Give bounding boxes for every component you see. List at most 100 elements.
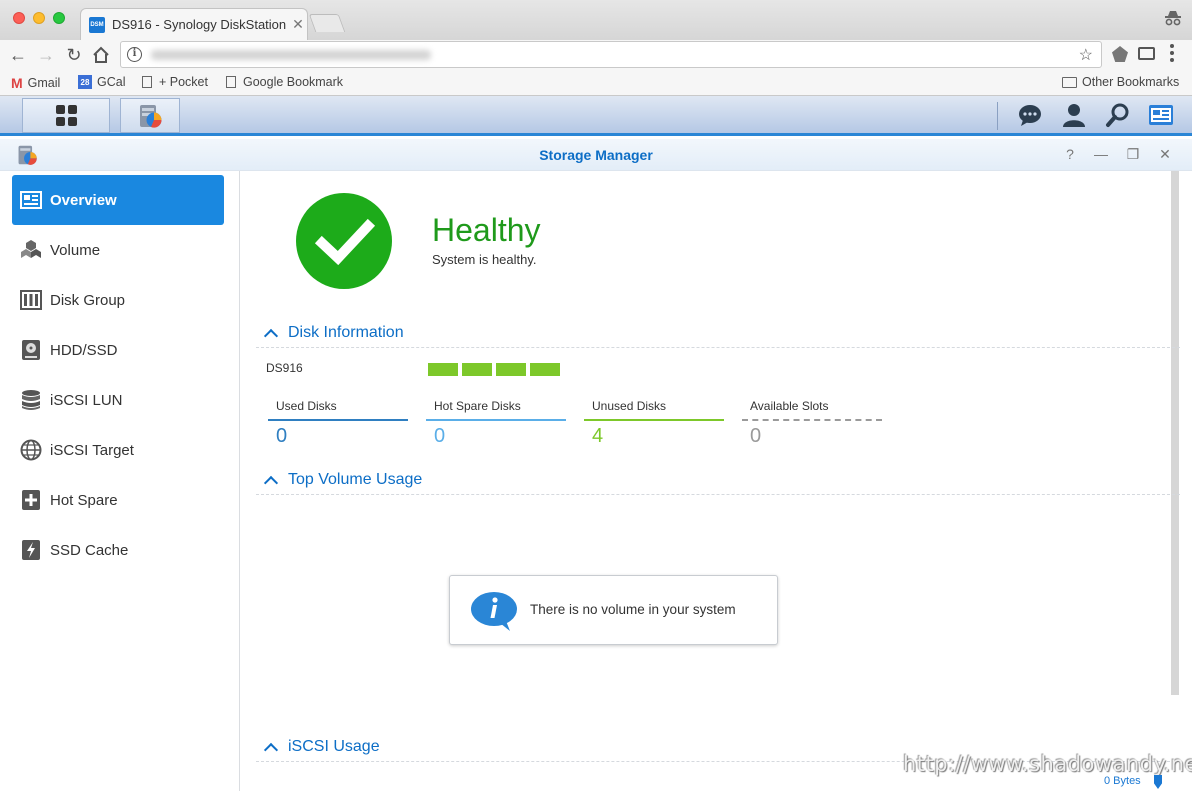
sidebar-item-iscsi-target[interactable]: iSCSI Target xyxy=(12,425,224,475)
bookmark-gmail[interactable]: M Gmail xyxy=(11,75,60,91)
taskbar-separator xyxy=(997,102,998,130)
tab-close-icon[interactable]: ✕ xyxy=(289,16,307,33)
browser-toolbar: ← → ↻ i ☆ xyxy=(0,40,1192,70)
incognito-icon xyxy=(1165,11,1181,26)
sidebar-item-disk-group[interactable]: Disk Group xyxy=(12,275,224,325)
bookmark-pocket[interactable]: + Pocket xyxy=(142,75,208,89)
address-bar[interactable]: i ☆ xyxy=(120,41,1102,68)
sidebar-item-label: iSCSI LUN xyxy=(50,391,123,409)
sidebar-item-ssd-cache[interactable]: SSD Cache xyxy=(12,525,224,575)
gmail-icon: M xyxy=(11,75,23,91)
forward-arrow-icon[interactable]: → xyxy=(35,44,57,66)
hdd-icon xyxy=(20,339,42,361)
site-info-icon[interactable]: i xyxy=(127,47,142,62)
sidebar-item-iscsi-lun[interactable]: iSCSI LUN xyxy=(12,375,224,425)
restore-button[interactable]: ❐ xyxy=(1125,146,1141,163)
used-disks-value: 0 xyxy=(276,425,288,447)
bookmark-gcal[interactable]: 28 GCal xyxy=(78,75,125,89)
back-arrow-icon[interactable]: ← xyxy=(7,44,29,66)
close-button[interactable]: ✕ xyxy=(1157,146,1173,163)
top-volume-usage-header[interactable]: Top Volume Usage xyxy=(263,471,422,491)
checkmark-icon xyxy=(314,218,376,266)
collapse-chevron-icon xyxy=(263,328,279,344)
browser-menu-icon[interactable] xyxy=(1170,44,1174,62)
sidebar-item-label: HDD/SSD xyxy=(50,341,118,359)
sidebar-item-hot-spare[interactable]: Hot Spare xyxy=(12,475,224,525)
sidebar-item-label: Overview xyxy=(50,191,117,209)
hot-spare-icon xyxy=(20,489,42,511)
tab-title: DS916 - Synology DiskStation xyxy=(112,17,287,32)
sidebar-item-label: SSD Cache xyxy=(50,541,129,559)
dsm-taskbar xyxy=(0,96,1192,136)
main-menu-icon xyxy=(55,105,77,126)
notifications-chat-icon[interactable] xyxy=(1017,102,1043,128)
bookmarks-bar: M Gmail 28 GCal + Pocket Google Bookmark… xyxy=(0,70,1192,96)
sidebar-item-label: Hot Spare xyxy=(50,491,118,509)
main-menu-button[interactable] xyxy=(22,98,110,133)
other-bookmarks[interactable]: Other Bookmarks xyxy=(1062,75,1179,89)
disk-slot-1[interactable] xyxy=(428,363,458,376)
minimize-button[interactable]: — xyxy=(1093,146,1109,162)
maximize-window-button[interactable] xyxy=(53,12,65,24)
health-status-title: Healthy xyxy=(432,212,541,248)
cast-icon[interactable] xyxy=(1138,47,1155,60)
dsm-favicon-icon: DSM xyxy=(89,16,105,33)
folder-icon xyxy=(1062,76,1077,88)
help-button[interactable]: ? xyxy=(1062,146,1078,162)
stat-used-disks: Used Disks 0 xyxy=(268,399,408,448)
close-window-button[interactable] xyxy=(13,12,25,24)
sidebar-item-overview[interactable]: Overview xyxy=(12,175,224,225)
disk-information-header[interactable]: Disk Information xyxy=(263,324,404,344)
storage-manager-app-icon xyxy=(140,104,162,128)
watermark: http://www.shadowandy.net xyxy=(903,752,1192,776)
sidebar-item-label: Disk Group xyxy=(50,291,126,309)
storage-manager-taskbar-button[interactable] xyxy=(120,98,180,133)
iscsi-usage-value: 0 Bytes xyxy=(1104,775,1141,787)
window-title: Storage Manager xyxy=(539,147,653,163)
section-divider xyxy=(256,347,1180,348)
browser-titlebar: DSM DS916 - Synology DiskStation ✕ xyxy=(0,0,1192,40)
gcal-icon: 28 xyxy=(78,75,92,89)
stat-unused-disks: Unused Disks 4 xyxy=(584,399,724,448)
hot-spare-disks-value: 0 xyxy=(434,425,446,447)
scrollbar[interactable] xyxy=(1171,171,1179,695)
stat-hot-spare-disks: Hot Spare Disks 0 xyxy=(426,399,566,448)
no-volume-message: There is no volume in your system xyxy=(449,575,778,645)
page-icon xyxy=(142,76,152,88)
collapse-chevron-icon xyxy=(263,742,279,758)
iscsi-usage-header[interactable]: iSCSI Usage xyxy=(263,738,380,758)
available-slots-value: 0 xyxy=(750,425,762,447)
iscsi-target-icon xyxy=(20,439,42,461)
disk-slot-2[interactable] xyxy=(462,363,492,376)
new-tab-button[interactable] xyxy=(308,14,346,32)
sidebar: Overview Volume Disk Group HDD/SSD iSCSI… xyxy=(0,171,240,791)
bookmark-google-bookmark[interactable]: Google Bookmark xyxy=(226,75,343,89)
collapse-chevron-icon xyxy=(263,475,279,491)
healthy-status-icon xyxy=(296,193,392,289)
unused-disks-value: 4 xyxy=(592,425,604,447)
overview-icon xyxy=(20,189,42,211)
widgets-icon[interactable] xyxy=(1148,102,1174,128)
reload-icon[interactable]: ↻ xyxy=(63,44,85,66)
disk-slot-3[interactable] xyxy=(496,363,526,376)
no-volume-text: There is no volume in your system xyxy=(530,602,736,617)
browser-tab[interactable]: DSM DS916 - Synology DiskStation ✕ xyxy=(80,8,308,40)
bookmark-star-icon[interactable]: ☆ xyxy=(1079,45,1093,65)
home-icon[interactable] xyxy=(90,44,112,66)
section-divider xyxy=(256,494,1180,495)
sidebar-item-hdd-ssd[interactable]: HDD/SSD xyxy=(12,325,224,375)
sidebar-item-volume[interactable]: Volume xyxy=(12,225,224,275)
search-icon[interactable] xyxy=(1105,102,1131,128)
page-icon xyxy=(226,76,236,88)
iscsi-lun-icon xyxy=(20,389,42,411)
user-icon[interactable] xyxy=(1061,102,1087,128)
volume-icon xyxy=(20,239,42,261)
window-titlebar: Storage Manager ? — ❐ ✕ xyxy=(0,139,1192,171)
blurred-url xyxy=(151,50,431,60)
sidebar-item-label: iSCSI Target xyxy=(50,441,134,459)
device-name: DS916 xyxy=(266,361,303,375)
disk-group-icon xyxy=(20,289,42,311)
sidebar-item-label: Volume xyxy=(50,241,101,259)
disk-slot-4[interactable] xyxy=(530,363,560,376)
minimize-window-button[interactable] xyxy=(33,12,45,24)
